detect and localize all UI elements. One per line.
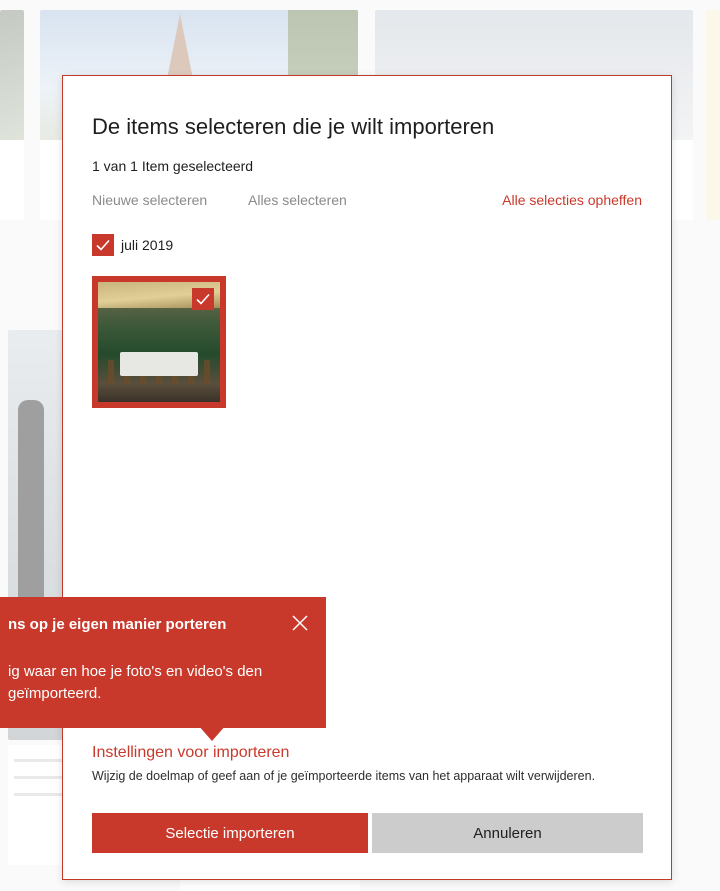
date-group-header: juli 2019	[92, 234, 173, 256]
teaching-tip: ns op je eigen manier porteren ig waar e…	[0, 597, 326, 728]
import-settings-description: Wijzig de doelmap of geef aan of je geïm…	[92, 769, 596, 783]
tip-body: ig waar en hoe je foto's en video's den …	[8, 663, 263, 702]
select-all-link[interactable]: Alles selecteren	[248, 192, 347, 208]
thumbnail-image	[98, 282, 220, 402]
clear-selection-link[interactable]: Alle selecties opheffen	[502, 192, 642, 208]
cancel-button[interactable]: Annuleren	[372, 813, 643, 853]
import-dialog: De items selecteren die je wilt importer…	[62, 75, 672, 880]
import-selection-button[interactable]: Selectie importeren	[92, 813, 368, 853]
checkmark-icon	[96, 239, 110, 251]
checkmark-icon	[196, 293, 210, 305]
item-checkbox[interactable]	[192, 288, 214, 310]
import-settings-link[interactable]: Instellingen voor importeren	[92, 744, 289, 762]
date-group-label: juli 2019	[121, 237, 174, 253]
tip-title: ns op je eigen manier porteren	[8, 616, 227, 633]
dialog-title: De items selecteren die je wilt importer…	[92, 114, 495, 139]
select-new-link[interactable]: Nieuwe selecteren	[92, 192, 207, 208]
selected-count: 1 van 1 Item geselecteerd	[92, 158, 254, 174]
teaching-tip-pointer	[198, 725, 226, 741]
group-checkbox[interactable]	[92, 234, 114, 256]
photo-thumbnail[interactable]	[92, 276, 226, 408]
close-icon[interactable]	[290, 613, 310, 633]
